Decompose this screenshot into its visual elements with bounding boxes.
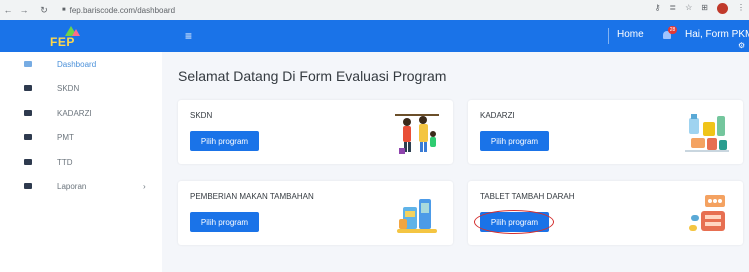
notification-badge: 28 [668, 26, 677, 34]
pilih-program-button[interactable]: Pilih program [480, 212, 549, 232]
main-content: Selamat Datang Di Form Evaluasi Program … [162, 52, 749, 272]
sidebar-item-label: Dashboard [57, 59, 97, 69]
card-title: KADARZI [480, 111, 515, 120]
key-icon[interactable]: ⚷ [655, 3, 661, 14]
sidebar-item-label: SKDN [57, 83, 80, 93]
pilih-program-button[interactable]: Pilih program [190, 131, 259, 151]
groceries-illustration-icon [685, 114, 729, 152]
grid-icon [24, 134, 32, 140]
sidebar-item-skdn[interactable]: SKDN [0, 76, 162, 100]
sidebar-item-laporan[interactable]: Laporan › [0, 174, 162, 198]
card-title: SKDN [190, 111, 213, 120]
brand-area: FEP [0, 20, 162, 52]
browser-menu-icon[interactable]: ⋮ [737, 3, 745, 14]
top-navbar: ≡ Home 28 Hai, Form PKM 4 ⚙ [162, 20, 749, 52]
home-link[interactable]: Home [617, 29, 644, 40]
program-card-pmt: PEMBERIAN MAKAN TAMBAHAN Pilih program [178, 181, 453, 245]
address-bar[interactable]: ■ fep.bariscode.com/dashboard [56, 3, 181, 17]
site-info-icon[interactable]: ■ [62, 7, 66, 13]
grid-icon [24, 183, 32, 189]
sidebar-item-label: KADARZI [57, 108, 92, 118]
sidebar-item-pmt[interactable]: PMT [0, 125, 162, 149]
program-card-ttd: TABLET TAMBAH DARAH Pilih program [468, 181, 743, 245]
notification-bell-icon[interactable]: 28 [662, 26, 677, 41]
sidebar-item-label: PMT [57, 132, 74, 142]
sidebar-item-label: Laporan [57, 181, 87, 191]
sidebar: Dashboard SKDN KADARZI PMT TTD Laporan › [0, 52, 162, 272]
reload-icon[interactable]: ↻ [38, 5, 50, 16]
navbar-divider [608, 28, 609, 44]
pilih-program-button[interactable]: Pilih program [480, 131, 549, 151]
sidebar-item-ttd[interactable]: TTD [0, 150, 162, 174]
sidebar-item-dashboard[interactable]: Dashboard [0, 52, 162, 76]
card-title: TABLET TAMBAH DARAH [480, 192, 575, 201]
star-icon[interactable]: ☆ [685, 3, 692, 14]
food-illustration-icon [397, 199, 437, 233]
monitor-icon [24, 61, 32, 67]
grid-icon [24, 85, 32, 91]
url-text: fep.bariscode.com/dashboard [69, 5, 176, 15]
back-arrow-icon[interactable]: ← [2, 5, 14, 15]
grid-icon [24, 110, 32, 116]
family-illustration-icon [395, 114, 439, 154]
forward-arrow-icon[interactable]: → [18, 5, 30, 15]
pilih-program-button[interactable]: Pilih program [190, 212, 259, 232]
extension-icon[interactable]: ⊞ [701, 3, 708, 14]
browser-toolbar: ← → ↻ ■ fep.bariscode.com/dashboard ⚷ ≣ … [0, 0, 749, 20]
program-card-skdn: SKDN Pilih program [178, 100, 453, 164]
grid-icon [24, 159, 32, 165]
user-greeting[interactable]: Hai, Form PKM 4 [685, 29, 749, 40]
profile-icon[interactable] [717, 3, 728, 14]
program-card-kadarzi: KADARZI Pilih program [468, 100, 743, 164]
chevron-right-icon: › [143, 181, 146, 191]
browser-actions: ⚷ ≣ ☆ ⊞ ⋮ [655, 3, 745, 14]
hamburger-icon[interactable]: ≡ [185, 29, 192, 43]
app-logo[interactable]: FEP [50, 26, 90, 49]
logo-text: FEP [50, 35, 75, 49]
card-title: PEMBERIAN MAKAN TAMBAHAN [190, 192, 314, 201]
page-title: Selamat Datang Di Form Evaluasi Program [178, 68, 447, 84]
settings-gear-icon[interactable]: ⚙ [738, 42, 745, 50]
sidebar-item-label: TTD [57, 157, 73, 167]
reader-icon[interactable]: ≣ [669, 3, 676, 14]
tablet-illustration-icon [689, 195, 725, 231]
sidebar-item-kadarzi[interactable]: KADARZI [0, 101, 162, 125]
